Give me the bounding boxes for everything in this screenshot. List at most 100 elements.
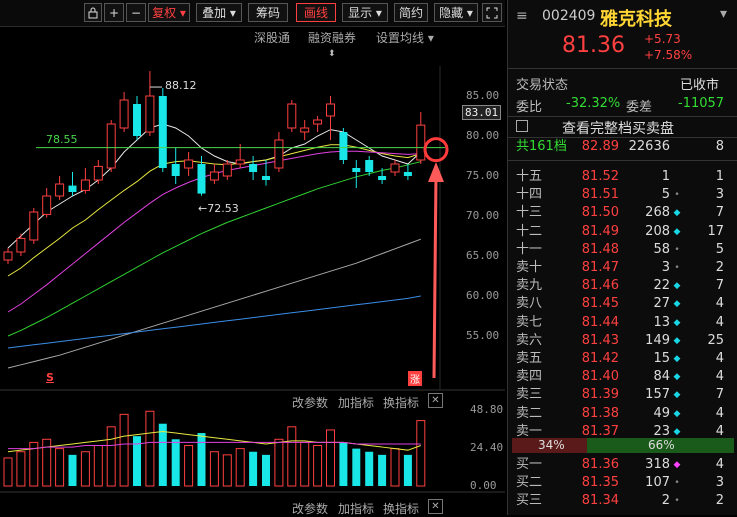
ask-level-name: 十一 bbox=[516, 241, 543, 257]
fuquan-label: 复权 bbox=[152, 6, 177, 20]
ask-count: 7 bbox=[715, 205, 724, 221]
s-marker: S bbox=[46, 371, 54, 384]
price-tick-label: 83.01 bbox=[462, 104, 502, 120]
ask-level-name: 卖七 bbox=[516, 314, 543, 330]
volume-bar bbox=[209, 451, 219, 487]
bid-count: 4 bbox=[715, 457, 724, 472]
edit-params-button[interactable]: 改参数 bbox=[292, 394, 328, 411]
ask-count: 7 bbox=[715, 387, 724, 403]
ask-row[interactable]: 卖二 81.38 49 ◆ 4 bbox=[508, 405, 737, 423]
ask-row[interactable]: 卖九 81.46 22 ◆ 7 bbox=[508, 277, 737, 295]
ask-count: 25 bbox=[707, 332, 724, 348]
weibi-value: -32.32% bbox=[566, 96, 621, 111]
fuquan-button[interactable]: 复权 ▾ bbox=[148, 3, 190, 22]
switch-indicator-button-2[interactable]: 换指标 bbox=[383, 500, 419, 517]
volume-bar bbox=[145, 410, 155, 487]
ask-row[interactable]: 十二 81.49 208 ◆ 17 bbox=[508, 223, 737, 241]
candle-body bbox=[365, 160, 374, 172]
candle-body bbox=[133, 104, 141, 136]
close-icon[interactable]: ✕ bbox=[428, 393, 443, 408]
ask-price: 81.50 bbox=[581, 205, 619, 221]
ask-row[interactable]: 十五 81.52 1 1 bbox=[508, 168, 737, 186]
ask-count: 3 bbox=[715, 187, 724, 203]
full-book-button[interactable]: 查看完整档买卖盘 bbox=[508, 116, 737, 138]
add-indicator-button[interactable]: 加指标 bbox=[338, 394, 374, 411]
annotation-circle bbox=[423, 137, 449, 163]
chips-button[interactable]: 筹码 bbox=[248, 3, 288, 22]
ask-volume: 5 bbox=[661, 187, 670, 203]
candle-body bbox=[158, 96, 167, 168]
ask-level-name: 十二 bbox=[516, 223, 543, 239]
volume-bar bbox=[184, 445, 194, 487]
candle-body bbox=[145, 95, 155, 133]
zoom-in-button[interactable]: + bbox=[104, 3, 124, 22]
candle-body bbox=[119, 99, 129, 129]
ask-count: 17 bbox=[707, 223, 724, 239]
dropdown-icon[interactable]: ▾ bbox=[720, 6, 727, 22]
ma-line-blue bbox=[7, 295, 421, 349]
candle-body bbox=[403, 172, 412, 176]
volume-bar bbox=[300, 441, 310, 487]
ask-volume: 22 bbox=[653, 278, 670, 294]
ask-price: 81.39 bbox=[581, 387, 619, 403]
ask-marker-icon: ◆ bbox=[673, 208, 681, 219]
menu-icon[interactable]: ≡ bbox=[516, 8, 528, 24]
ask-row[interactable]: 十一 81.48 58 • 5 bbox=[508, 241, 737, 259]
candle-body bbox=[80, 179, 90, 191]
display-button[interactable]: 显示 ▾ bbox=[342, 3, 388, 22]
ask-count: 4 bbox=[715, 351, 724, 366]
last-price: 81.36 bbox=[562, 33, 625, 58]
simple-button[interactable]: 简约 bbox=[394, 3, 428, 22]
zoom-out-button[interactable]: − bbox=[126, 3, 146, 22]
candle-body bbox=[68, 185, 77, 192]
candle-body bbox=[313, 119, 323, 125]
candle-body bbox=[339, 132, 348, 160]
candles-group bbox=[3, 71, 426, 264]
bid-marker-icon: • bbox=[674, 478, 680, 489]
ask-row[interactable]: 卖五 81.42 15 ◆ 4 bbox=[508, 350, 737, 368]
ask-level-name: 十四 bbox=[516, 187, 543, 203]
price-tick-label: 75.00 bbox=[466, 169, 500, 182]
hide-button[interactable]: 隐藏 ▾ bbox=[434, 3, 478, 22]
ma-line-gray bbox=[7, 238, 421, 369]
close-icon[interactable]: ✕ bbox=[428, 499, 443, 514]
candle-body bbox=[416, 124, 426, 161]
ask-level-name: 卖六 bbox=[516, 332, 543, 348]
volume-bars-group bbox=[3, 410, 426, 487]
overlay-button[interactable]: 叠加 ▾ bbox=[196, 3, 242, 22]
ask-row[interactable]: 卖六 81.43 149 ◆ 25 bbox=[508, 332, 737, 350]
volume-bar bbox=[93, 445, 103, 487]
ask-row[interactable]: 卖七 81.44 13 ◆ 4 bbox=[508, 314, 737, 332]
ask-row[interactable]: 十四 81.51 5 • 3 bbox=[508, 186, 737, 204]
edit-params-button-2[interactable]: 改参数 bbox=[292, 500, 328, 517]
switch-indicator-button[interactable]: 换指标 bbox=[383, 394, 419, 411]
expand-icon[interactable] bbox=[482, 3, 502, 22]
candle-body bbox=[93, 165, 103, 181]
draw-line-button[interactable]: 画线 bbox=[296, 3, 336, 22]
ask-volume: 15 bbox=[653, 351, 670, 366]
ask-count: 7 bbox=[715, 278, 724, 294]
volume-bar bbox=[378, 454, 387, 486]
add-indicator-button-2[interactable]: 加指标 bbox=[338, 500, 374, 517]
ask-row[interactable]: 十三 81.50 268 ◆ 7 bbox=[508, 204, 737, 222]
low-price-label: ←72.53 bbox=[198, 201, 239, 215]
ask-row[interactable]: 卖十 81.47 3 • 2 bbox=[508, 259, 737, 277]
ask-volume: 58 bbox=[653, 241, 670, 257]
candle-body bbox=[352, 168, 361, 172]
bid-row[interactable]: 买一 81.36 318 ◆ 4 bbox=[508, 456, 737, 474]
volume-bar bbox=[68, 454, 77, 486]
status-label: 交易状态 bbox=[516, 78, 569, 93]
ask-row[interactable]: 卖四 81.40 84 ◆ 4 bbox=[508, 368, 737, 386]
bid-row[interactable]: 买三 81.34 2 • 2 bbox=[508, 492, 737, 510]
divider bbox=[508, 68, 737, 69]
ask-volume: 49 bbox=[653, 405, 670, 421]
status-value: 已收市 bbox=[680, 78, 720, 93]
lock-icon[interactable] bbox=[84, 3, 102, 22]
volume-ma-magenta bbox=[8, 441, 421, 450]
ask-row[interactable]: 卖八 81.45 27 ◆ 4 bbox=[508, 295, 737, 313]
ask-row[interactable]: 卖三 81.39 157 ◆ 7 bbox=[508, 386, 737, 404]
volume-tick-label: 0.00 bbox=[470, 479, 497, 492]
ask-price: 81.48 bbox=[581, 241, 619, 257]
bid-row[interactable]: 买二 81.35 107 • 3 bbox=[508, 474, 737, 492]
price-change: +5.73 bbox=[644, 32, 681, 46]
